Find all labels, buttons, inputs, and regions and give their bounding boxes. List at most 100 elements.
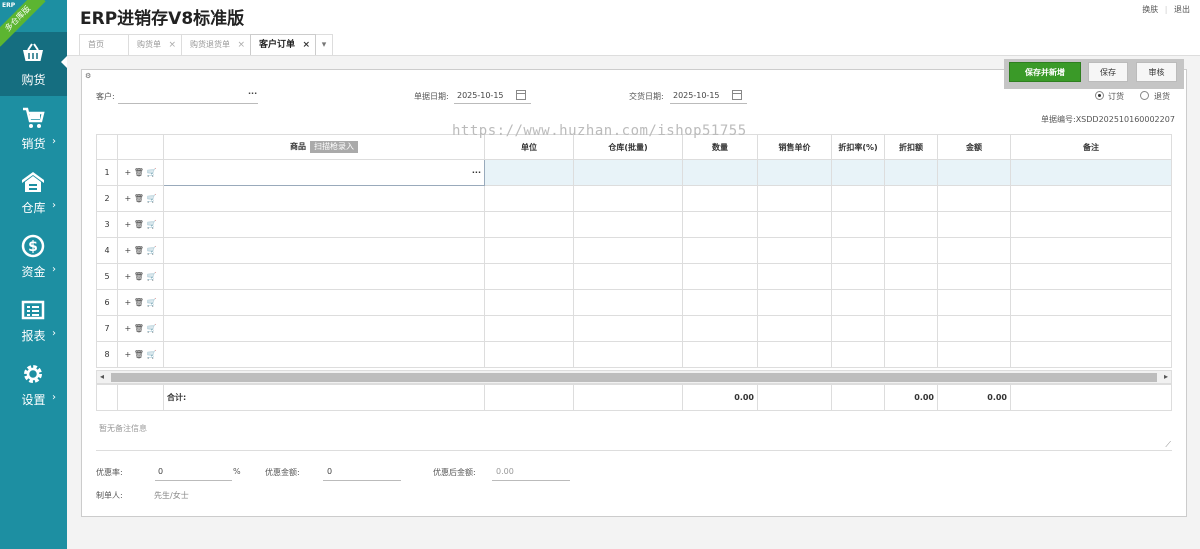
resize-handle-icon[interactable]: ⟋ (1165, 440, 1171, 450)
grid-cell[interactable] (1010, 341, 1172, 368)
save-button[interactable]: 保存 (1088, 62, 1128, 82)
return-radio[interactable] (1140, 91, 1149, 100)
grid-cell[interactable] (937, 211, 1011, 238)
grid-cell[interactable] (573, 237, 683, 264)
grid-cell[interactable] (884, 289, 938, 316)
row-actions[interactable]: + 🗑 🛒 (117, 159, 164, 186)
product-cell[interactable] (163, 341, 485, 368)
product-cell[interactable] (163, 263, 485, 290)
grid-cell[interactable] (682, 237, 758, 264)
table-row[interactable]: 5 + 🗑 🛒 (96, 263, 1172, 290)
tab-purchase-return[interactable]: 购货退货单 × (181, 34, 251, 56)
customer-more-button[interactable]: ··· (248, 89, 257, 98)
tab-purchase-order[interactable]: 购货单 × (128, 34, 182, 56)
grid-cell[interactable] (682, 341, 758, 368)
table-row[interactable]: 6 + 🗑 🛒 (96, 289, 1172, 316)
product-cell[interactable] (163, 289, 485, 316)
sidebar-item-reports[interactable]: 报表 › (0, 288, 67, 352)
product-cell[interactable] (163, 185, 485, 212)
sidebar-item-funds[interactable]: $ 资金 › (0, 224, 67, 288)
grid-cell[interactable] (884, 237, 938, 264)
scroll-left-icon[interactable]: ◂ (100, 372, 104, 381)
grid-cell[interactable] (682, 263, 758, 290)
order-radio[interactable] (1095, 91, 1104, 100)
grid-cell[interactable] (757, 237, 832, 264)
grid-cell[interactable] (484, 185, 574, 212)
grid-cell[interactable] (484, 315, 574, 342)
grid-cell[interactable] (484, 211, 574, 238)
grid-cell[interactable] (682, 185, 758, 212)
grid-cell[interactable] (884, 185, 938, 212)
grid-cell[interactable] (831, 185, 885, 212)
grid-cell[interactable] (884, 159, 938, 186)
sidebar-item-purchase[interactable]: 购货 (0, 32, 67, 96)
grid-cell[interactable] (831, 315, 885, 342)
grid-cell[interactable] (757, 315, 832, 342)
chevron-down-icon[interactable]: ▾ (315, 34, 334, 56)
grid-cell[interactable] (573, 185, 683, 212)
grid-cell[interactable] (573, 289, 683, 316)
close-icon[interactable]: × (237, 35, 245, 55)
table-row[interactable]: 1 + 🗑 🛒 ··· (96, 159, 1172, 186)
grid-cell[interactable] (757, 185, 832, 212)
row-actions[interactable]: + 🗑 🛒 (117, 289, 164, 316)
grid-cell[interactable] (757, 211, 832, 238)
scroll-right-icon[interactable]: ▸ (1164, 372, 1168, 381)
grid-cell[interactable] (831, 263, 885, 290)
grid-cell[interactable] (884, 315, 938, 342)
grid-cell[interactable] (682, 289, 758, 316)
delivery-date-input[interactable]: 2025-10-15 (673, 91, 720, 100)
grid-cell[interactable] (937, 289, 1011, 316)
grid-cell[interactable] (573, 159, 683, 186)
table-row[interactable]: 3 + 🗑 🛒 (96, 211, 1172, 238)
close-icon[interactable]: × (168, 35, 176, 55)
grid-cell[interactable] (682, 159, 758, 186)
grid-cell[interactable] (937, 237, 1011, 264)
grid-cell[interactable] (757, 289, 832, 316)
horizontal-scrollbar[interactable]: ◂ ▸ (96, 370, 1172, 384)
grid-cell[interactable] (884, 263, 938, 290)
close-icon[interactable]: × (302, 35, 310, 55)
row-actions[interactable]: + 🗑 🛒 (117, 263, 164, 290)
grid-cell[interactable] (831, 159, 885, 186)
grid-cell[interactable] (831, 211, 885, 238)
discount-amount-input[interactable]: 0 (327, 467, 332, 476)
grid-cell[interactable] (1010, 263, 1172, 290)
audit-button[interactable]: 审核 (1136, 62, 1177, 82)
grid-cell[interactable] (682, 211, 758, 238)
grid-cell[interactable] (1010, 211, 1172, 238)
row-actions[interactable]: + 🗑 🛒 (117, 185, 164, 212)
grid-cell[interactable] (573, 341, 683, 368)
grid-cell[interactable] (484, 159, 574, 186)
table-row[interactable]: 7 + 🗑 🛒 (96, 315, 1172, 342)
logout-link[interactable]: 退出 (1174, 5, 1190, 14)
grid-cell[interactable] (757, 341, 832, 368)
settings-dot-icon[interactable]: ⚙ (85, 72, 91, 80)
grid-cell[interactable] (884, 211, 938, 238)
grid-cell[interactable] (884, 341, 938, 368)
product-cell[interactable] (163, 211, 485, 238)
grid-cell[interactable] (573, 315, 683, 342)
table-row[interactable]: 2 + 🗑 🛒 (96, 185, 1172, 212)
sidebar-item-sales[interactable]: 销货 › (0, 96, 67, 160)
grid-cell[interactable] (682, 315, 758, 342)
grid-cell[interactable] (484, 263, 574, 290)
product-cell[interactable]: ··· (163, 159, 485, 186)
table-row[interactable]: 8 + 🗑 🛒 (96, 341, 1172, 368)
grid-cell[interactable] (1010, 159, 1172, 186)
grid-cell[interactable] (831, 237, 885, 264)
row-actions[interactable]: + 🗑 🛒 (117, 237, 164, 264)
scroll-thumb[interactable] (111, 373, 1157, 382)
row-actions[interactable]: + 🗑 🛒 (117, 315, 164, 342)
skin-link[interactable]: 换肤 (1142, 5, 1158, 14)
grid-cell[interactable] (484, 289, 574, 316)
grid-cell[interactable] (1010, 289, 1172, 316)
grid-cell[interactable] (831, 341, 885, 368)
grid-cell[interactable] (937, 315, 1011, 342)
grid-cell[interactable] (484, 237, 574, 264)
grid-cell[interactable] (757, 159, 832, 186)
table-row[interactable]: 4 + 🗑 🛒 (96, 237, 1172, 264)
grid-cell[interactable] (1010, 315, 1172, 342)
grid-cell[interactable] (937, 159, 1011, 186)
doc-date-input[interactable]: 2025-10-15 (457, 91, 504, 100)
